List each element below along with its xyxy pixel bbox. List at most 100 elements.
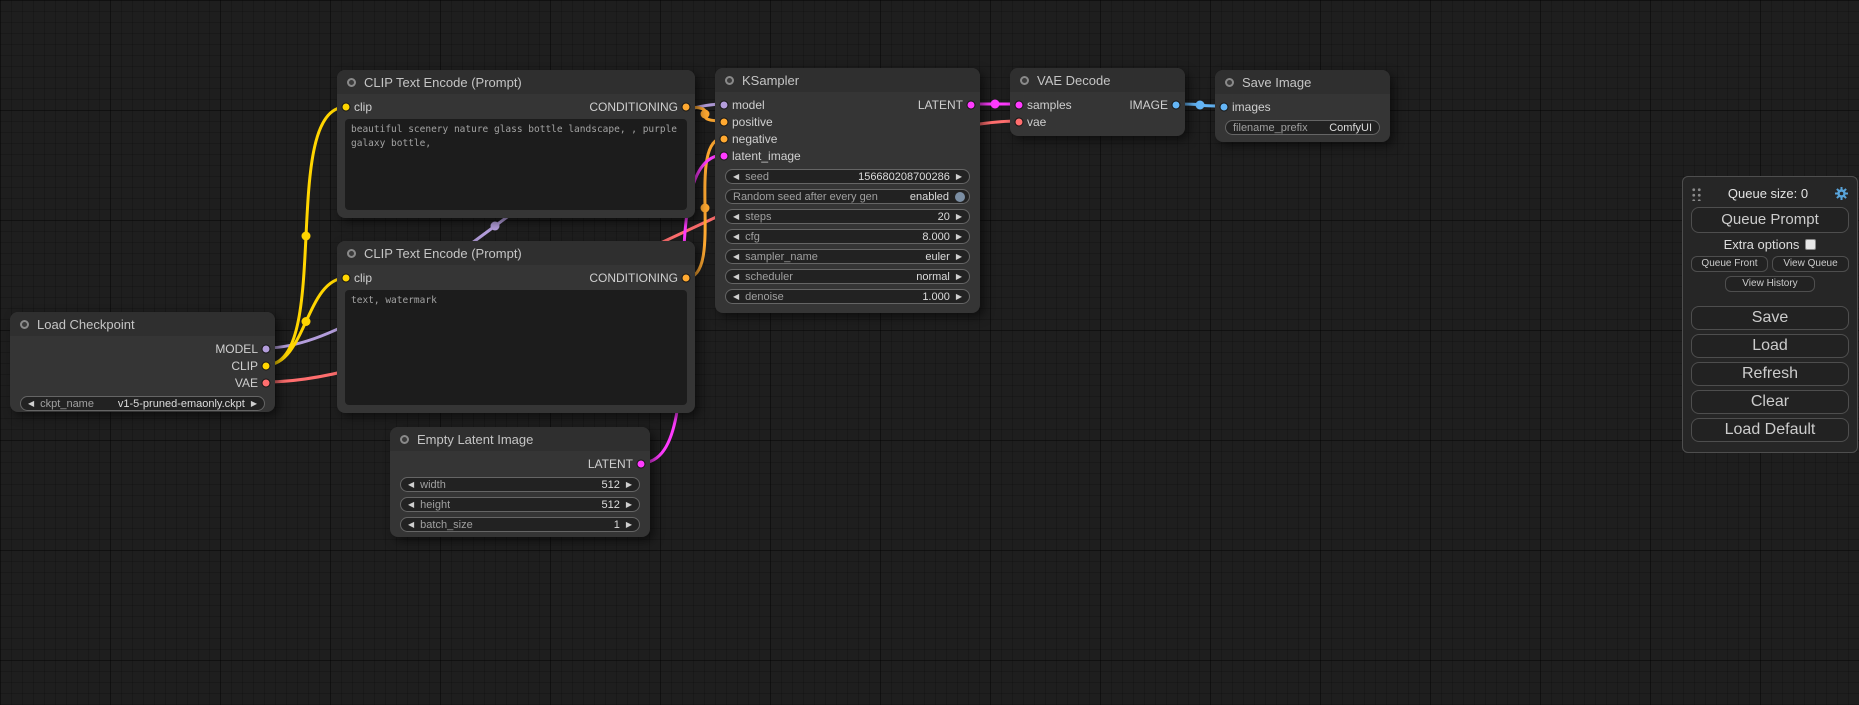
wire-midpoint-dot-positive-conditioning xyxy=(701,110,710,119)
widget-name: scheduler xyxy=(745,271,793,283)
node-title-bar[interactable]: Save Image xyxy=(1215,70,1390,94)
latent-output-dot-icon[interactable] xyxy=(636,459,646,469)
clip-input-dot-icon[interactable] xyxy=(341,273,351,283)
node-editor-canvas[interactable]: Load Checkpoint MODEL CLIP VAE ◀ ckpt_na… xyxy=(0,0,1859,705)
positive-prompt-textarea[interactable]: beautiful scenery nature glass bottle la… xyxy=(345,119,687,210)
next-value-arrow-icon[interactable]: ▶ xyxy=(956,273,962,281)
queue-prompt-button[interactable]: Queue Prompt xyxy=(1691,207,1849,233)
prev-value-arrow-icon[interactable]: ◀ xyxy=(733,253,739,261)
random-seed-widget[interactable]: Random seed after every gen enabled xyxy=(725,189,970,204)
view-history-button[interactable]: View History xyxy=(1725,276,1814,292)
decrement-arrow-icon[interactable]: ◀ xyxy=(733,233,739,241)
node-save-image[interactable]: Save Image images filename_prefix ComfyU… xyxy=(1215,70,1390,142)
output-label-latent: LATENT xyxy=(588,457,633,471)
negative-prompt-textarea[interactable]: text, watermark xyxy=(345,290,687,405)
seed-toggle-icon[interactable] xyxy=(955,192,965,202)
latent-output-dot-icon[interactable] xyxy=(966,100,976,110)
save-button[interactable]: Save xyxy=(1691,306,1849,330)
prev-value-arrow-icon[interactable]: ◀ xyxy=(28,400,34,408)
load-button[interactable]: Load xyxy=(1691,334,1849,358)
queue-front-button[interactable]: Queue Front xyxy=(1691,256,1768,272)
node-title-bar[interactable]: CLIP Text Encode (Prompt) xyxy=(337,241,695,265)
steps-widget[interactable]: ◀ steps 20 ▶ xyxy=(725,209,970,224)
view-queue-button[interactable]: View Queue xyxy=(1772,256,1849,272)
widget-name: cfg xyxy=(745,231,760,243)
increment-arrow-icon[interactable]: ▶ xyxy=(626,501,632,509)
node-title-bar[interactable]: KSampler xyxy=(715,68,980,92)
node-title-bar[interactable]: Load Checkpoint xyxy=(10,312,275,336)
ckpt-name-widget[interactable]: ◀ ckpt_name v1-5-pruned-emaonly.ckpt ▶ xyxy=(20,396,265,411)
increment-arrow-icon[interactable]: ▶ xyxy=(626,521,632,529)
wire-midpoint-dot-negative-conditioning xyxy=(701,204,710,213)
collapse-dot-icon[interactable] xyxy=(347,249,356,258)
decrement-arrow-icon[interactable]: ◀ xyxy=(408,501,414,509)
increment-arrow-icon[interactable]: ▶ xyxy=(956,293,962,301)
positive-input-dot-icon[interactable] xyxy=(719,117,729,127)
collapse-dot-icon[interactable] xyxy=(347,78,356,87)
widget-name: steps xyxy=(745,211,771,223)
collapse-dot-icon[interactable] xyxy=(1225,78,1234,87)
node-load-checkpoint[interactable]: Load Checkpoint MODEL CLIP VAE ◀ ckpt_na… xyxy=(10,312,275,412)
decrement-arrow-icon[interactable]: ◀ xyxy=(408,521,414,529)
conditioning-output-dot-icon[interactable] xyxy=(681,102,691,112)
image-output-dot-icon[interactable] xyxy=(1171,100,1181,110)
next-value-arrow-icon[interactable]: ▶ xyxy=(251,400,257,408)
node-empty-latent-image[interactable]: Empty Latent Image LATENT ◀ width 512 ▶ … xyxy=(390,427,650,537)
drag-handle-icon[interactable] xyxy=(1691,186,1702,201)
decrement-arrow-icon[interactable]: ◀ xyxy=(408,481,414,489)
collapse-dot-icon[interactable] xyxy=(1020,76,1029,85)
filename-prefix-widget[interactable]: filename_prefix ComfyUI xyxy=(1225,120,1380,135)
next-value-arrow-icon[interactable]: ▶ xyxy=(956,253,962,261)
clip-input-dot-icon[interactable] xyxy=(341,102,351,112)
queue-panel-header: Queue size: 0 xyxy=(1691,183,1849,203)
load-default-button[interactable]: Load Default xyxy=(1691,418,1849,442)
node-title-bar[interactable]: Empty Latent Image xyxy=(390,427,650,451)
denoise-widget[interactable]: ◀ denoise 1.000 ▶ xyxy=(725,289,970,304)
images-input-dot-icon[interactable] xyxy=(1219,102,1229,112)
slot-row: clip CONDITIONING xyxy=(337,269,695,286)
clear-button[interactable]: Clear xyxy=(1691,390,1849,414)
node-vae-decode[interactable]: VAE Decode samples IMAGE vae xyxy=(1010,68,1185,136)
seed-widget[interactable]: ◀ seed 156680208700286 ▶ xyxy=(725,169,970,184)
extra-options-checkbox[interactable] xyxy=(1805,239,1816,250)
conditioning-output-dot-icon[interactable] xyxy=(681,273,691,283)
increment-arrow-icon[interactable]: ▶ xyxy=(626,481,632,489)
vae-input-dot-icon[interactable] xyxy=(1014,117,1024,127)
node-body: clip CONDITIONING beautiful scenery natu… xyxy=(337,94,695,210)
increment-arrow-icon[interactable]: ▶ xyxy=(956,233,962,241)
node-title-bar[interactable]: CLIP Text Encode (Prompt) xyxy=(337,70,695,94)
scheduler-widget[interactable]: ◀ scheduler normal ▶ xyxy=(725,269,970,284)
height-widget[interactable]: ◀ height 512 ▶ xyxy=(400,497,640,512)
collapse-dot-icon[interactable] xyxy=(20,320,29,329)
negative-input-dot-icon[interactable] xyxy=(719,134,729,144)
increment-arrow-icon[interactable]: ▶ xyxy=(956,173,962,181)
model-input-dot-icon[interactable] xyxy=(719,100,729,110)
cfg-widget[interactable]: ◀ cfg 8.000 ▶ xyxy=(725,229,970,244)
node-title-bar[interactable]: VAE Decode xyxy=(1010,68,1185,92)
collapse-dot-icon[interactable] xyxy=(400,435,409,444)
decrement-arrow-icon[interactable]: ◀ xyxy=(733,213,739,221)
width-widget[interactable]: ◀ width 512 ▶ xyxy=(400,477,640,492)
widget-name: filename_prefix xyxy=(1233,122,1308,134)
node-ksampler[interactable]: KSampler model LATENT positive negative … xyxy=(715,68,980,313)
decrement-arrow-icon[interactable]: ◀ xyxy=(733,293,739,301)
latent-image-input-dot-icon[interactable] xyxy=(719,151,729,161)
decrement-arrow-icon[interactable]: ◀ xyxy=(733,173,739,181)
batch-size-widget[interactable]: ◀ batch_size 1 ▶ xyxy=(400,517,640,532)
settings-button[interactable] xyxy=(1834,186,1849,201)
samples-input-dot-icon[interactable] xyxy=(1014,100,1024,110)
node-body: model LATENT positive negative latent_im… xyxy=(715,92,980,304)
node-clip-text-encode-negative[interactable]: CLIP Text Encode (Prompt) clip CONDITION… xyxy=(337,241,695,413)
vae-output-dot-icon[interactable] xyxy=(261,378,271,388)
model-output-dot-icon[interactable] xyxy=(261,344,271,354)
refresh-button[interactable]: Refresh xyxy=(1691,362,1849,386)
increment-arrow-icon[interactable]: ▶ xyxy=(956,213,962,221)
prev-value-arrow-icon[interactable]: ◀ xyxy=(733,273,739,281)
slot-row: clip CONDITIONING xyxy=(337,98,695,115)
input-slot-negative: negative xyxy=(715,130,980,147)
node-clip-text-encode-positive[interactable]: CLIP Text Encode (Prompt) clip CONDITION… xyxy=(337,70,695,218)
clip-output-dot-icon[interactable] xyxy=(261,361,271,371)
input-slot-positive: positive xyxy=(715,113,980,130)
collapse-dot-icon[interactable] xyxy=(725,76,734,85)
sampler-name-widget[interactable]: ◀ sampler_name euler ▶ xyxy=(725,249,970,264)
